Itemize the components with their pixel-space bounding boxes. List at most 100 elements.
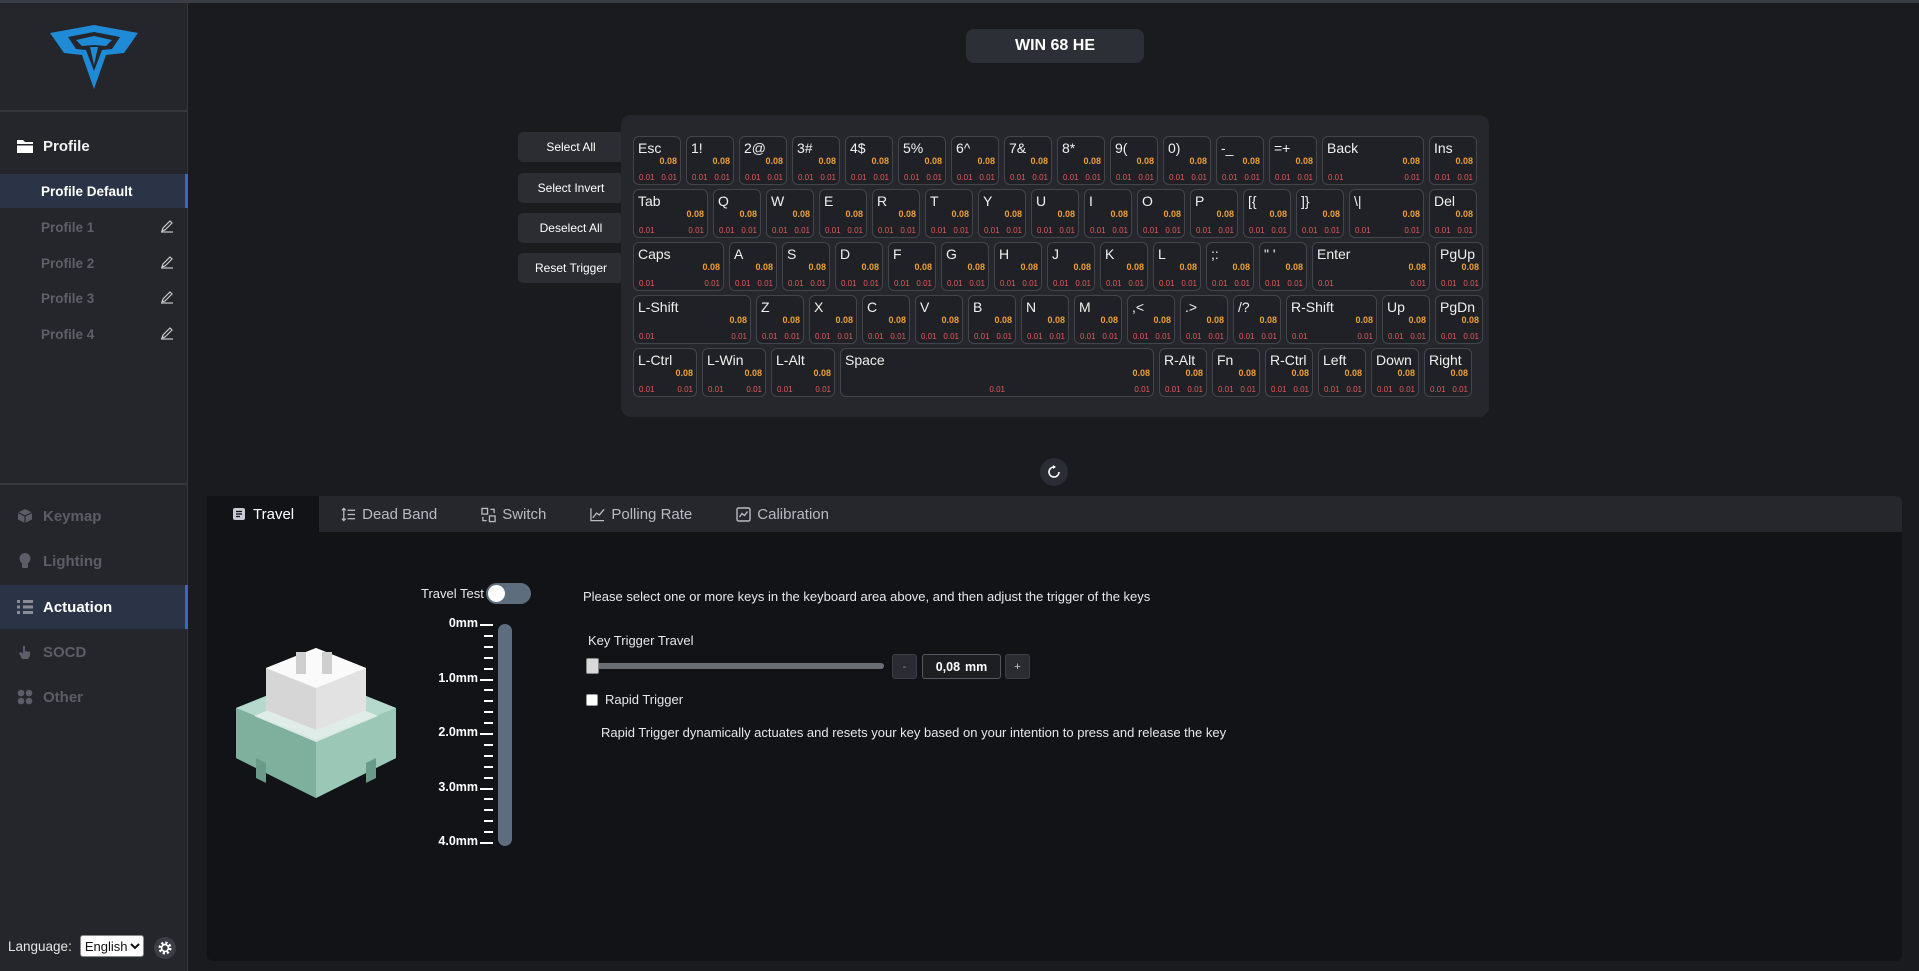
select-invert-button[interactable]: Select Invert xyxy=(518,173,624,203)
key-ins[interactable]: Ins 0.08 0.01 0.01 xyxy=(1429,136,1477,185)
key[interactable]: [{0.08 0.01 0.01 xyxy=(1243,189,1291,238)
profile-item-1[interactable]: Profile 1 xyxy=(0,210,188,244)
key-esc[interactable]: Esc 0.08 0.01 0.01 xyxy=(633,136,681,185)
key-g[interactable]: G 0.08 0.01 0.01 xyxy=(941,242,989,291)
tab-polling-rate[interactable]: Polling Rate xyxy=(568,496,714,532)
key-del[interactable]: Del 0.08 0.01 0.01 xyxy=(1429,189,1477,238)
key-space[interactable]: Space 0.08 0.01 0.01 xyxy=(840,348,1154,397)
key-tab[interactable]: Tab 0.08 0.01 0.01 xyxy=(633,189,708,238)
key-lshift[interactable]: L-Shift 0.08 0.01 0.01 xyxy=(633,295,751,344)
key-ralt[interactable]: R-Alt 0.08 0.01 0.01 xyxy=(1159,348,1207,397)
rapid-trigger-checkbox[interactable] xyxy=(586,693,598,706)
language-select[interactable]: English xyxy=(79,935,144,957)
nav-item-socd[interactable]: SOCD xyxy=(0,630,188,674)
select-all-button[interactable]: Select All xyxy=(518,132,624,162)
settings-button[interactable] xyxy=(154,937,176,959)
key-d[interactable]: D 0.08 0.01 0.01 xyxy=(835,242,883,291)
key-lctrl[interactable]: L-Ctrl 0.08 0.01 0.01 xyxy=(633,348,697,397)
edit-icon[interactable] xyxy=(160,326,174,340)
key-pgup[interactable]: PgUp 0.08 0.01 0.01 xyxy=(1435,242,1483,291)
trigger-travel-slider[interactable] xyxy=(586,658,884,674)
key-h[interactable]: H 0.08 0.01 0.01 xyxy=(994,242,1042,291)
refresh-button[interactable] xyxy=(1040,458,1068,486)
profile-item-3[interactable]: Profile 3 xyxy=(0,281,188,315)
key-j[interactable]: J 0.08 0.01 0.01 xyxy=(1047,242,1095,291)
key-x[interactable]: X 0.08 0.01 0.01 xyxy=(809,295,857,344)
key-r[interactable]: R 0.08 0.01 0.01 xyxy=(872,189,920,238)
key-8[interactable]: 8* 0.08 0.01 0.01 xyxy=(1057,136,1105,185)
nav-item-keymap[interactable]: Keymap xyxy=(0,494,188,538)
key[interactable]: " ' 0.08 0.01 0.01 xyxy=(1259,242,1307,291)
key[interactable]: \| 0.08 0.01 0.01 xyxy=(1349,189,1424,238)
key-up[interactable]: Up 0.08 0.01 0.01 xyxy=(1382,295,1430,344)
key[interactable]: -_ 0.08 0.01 0.01 xyxy=(1216,136,1264,185)
key-lwin[interactable]: L-Win 0.08 0.01 0.01 xyxy=(702,348,766,397)
profile-item-4[interactable]: Profile 4 xyxy=(0,317,188,351)
deselect-all-button[interactable]: Deselect All xyxy=(518,213,624,243)
key-1[interactable]: 1! 0.08 0.01 0.01 xyxy=(686,136,734,185)
key-s[interactable]: S 0.08 0.01 0.01 xyxy=(782,242,830,291)
key-m[interactable]: M 0.08 0.01 0.01 xyxy=(1074,295,1122,344)
increment-button[interactable]: + xyxy=(1005,654,1030,679)
key-f[interactable]: F 0.08 0.01 0.01 xyxy=(888,242,936,291)
key[interactable]: =+ 0.08 0.01 0.01 xyxy=(1269,136,1317,185)
key-3[interactable]: 3# 0.08 0.01 0.01 xyxy=(792,136,840,185)
key[interactable]: ,< 0.08 0.01 0.01 xyxy=(1127,295,1175,344)
key-v[interactable]: V 0.08 0.01 0.01 xyxy=(915,295,963,344)
tab-calibration[interactable]: Calibration xyxy=(714,496,851,532)
nav-item-actuation[interactable]: Actuation xyxy=(0,585,188,629)
key-t[interactable]: T 0.08 0.01 0.01 xyxy=(925,189,973,238)
nav-item-other[interactable]: Other xyxy=(0,675,188,719)
key-fn[interactable]: Fn 0.08 0.01 0.01 xyxy=(1212,348,1260,397)
key-2[interactable]: 2@ 0.08 0.01 0.01 xyxy=(739,136,787,185)
key-l[interactable]: L 0.08 0.01 0.01 xyxy=(1153,242,1201,291)
key-b[interactable]: B 0.08 0.01 0.01 xyxy=(968,295,1016,344)
key-5[interactable]: 5% 0.08 0.01 0.01 xyxy=(898,136,946,185)
profile-item-default[interactable]: Profile Default xyxy=(0,174,188,208)
key-rctrl[interactable]: R-Ctrl 0.08 0.01 0.01 xyxy=(1265,348,1313,397)
reset-trigger-button[interactable]: Reset Trigger xyxy=(518,253,624,283)
profile-item-2[interactable]: Profile 2 xyxy=(0,246,188,280)
tab-switch[interactable]: Switch xyxy=(459,496,568,532)
key-z[interactable]: Z 0.08 0.01 0.01 xyxy=(756,295,804,344)
key-enter[interactable]: Enter 0.08 0.01 0.01 xyxy=(1312,242,1430,291)
key-u[interactable]: U 0.08 0.01 0.01 xyxy=(1031,189,1079,238)
key-p[interactable]: P 0.08 0.01 0.01 xyxy=(1190,189,1238,238)
key-e[interactable]: E 0.08 0.01 0.01 xyxy=(819,189,867,238)
key-n[interactable]: N 0.08 0.01 0.01 xyxy=(1021,295,1069,344)
key-y[interactable]: Y 0.08 0.01 0.01 xyxy=(978,189,1026,238)
decrement-button[interactable]: - xyxy=(892,654,917,679)
key-4[interactable]: 4$ 0.08 0.01 0.01 xyxy=(845,136,893,185)
key-left[interactable]: Left 0.08 0.01 0.01 xyxy=(1318,348,1366,397)
key-c[interactable]: C 0.08 0.01 0.01 xyxy=(862,295,910,344)
key-lalt[interactable]: L-Alt 0.08 0.01 0.01 xyxy=(771,348,835,397)
key-q[interactable]: Q 0.08 0.01 0.01 xyxy=(713,189,761,238)
key[interactable]: ]} 0.08 0.01 0.01 xyxy=(1296,189,1344,238)
key[interactable]: ;: 0.08 0.01 0.01 xyxy=(1206,242,1254,291)
key-7[interactable]: 7& 0.08 0.01 0.01 xyxy=(1004,136,1052,185)
tab-travel[interactable]: Travel xyxy=(207,496,320,532)
key-down[interactable]: Down 0.08 0.01 0.01 xyxy=(1371,348,1419,397)
edit-icon[interactable] xyxy=(160,290,174,304)
key-k[interactable]: K 0.08 0.01 0.01 xyxy=(1100,242,1148,291)
trigger-value-input[interactable]: 0,08 mm xyxy=(922,654,1001,679)
key-a[interactable]: A 0.08 0.01 0.01 xyxy=(729,242,777,291)
tab-dead-band[interactable]: Dead Band xyxy=(319,496,459,532)
key-o[interactable]: O 0.08 0.01 0.01 xyxy=(1137,189,1185,238)
key-6[interactable]: 6^ 0.08 0.01 0.01 xyxy=(951,136,999,185)
key[interactable]: /? 0.08 0.01 0.01 xyxy=(1233,295,1281,344)
slider-thumb[interactable] xyxy=(586,658,599,674)
edit-icon[interactable] xyxy=(160,255,174,269)
key-caps[interactable]: Caps 0.08 0.01 0.01 xyxy=(633,242,724,291)
nav-item-lighting[interactable]: Lighting xyxy=(0,539,188,583)
key-right[interactable]: Right 0.08 0.01 0.01 xyxy=(1424,348,1472,397)
key-0[interactable]: 0) 0.08 0.01 0.01 xyxy=(1163,136,1211,185)
key-pgdn[interactable]: PgDn 0.08 0.01 0.01 xyxy=(1435,295,1483,344)
key-rshift[interactable]: R-Shift 0.08 0.01 0.01 xyxy=(1286,295,1377,344)
key-9[interactable]: 9(0.08 0.01 0.01 xyxy=(1110,136,1158,185)
travel-test-toggle[interactable] xyxy=(486,583,531,604)
key[interactable]: .> 0.08 0.01 0.01 xyxy=(1180,295,1228,344)
key-w[interactable]: W 0.08 0.01 0.01 xyxy=(766,189,814,238)
edit-icon[interactable] xyxy=(160,219,174,233)
key-i[interactable]: I 0.08 0.01 0.01 xyxy=(1084,189,1132,238)
